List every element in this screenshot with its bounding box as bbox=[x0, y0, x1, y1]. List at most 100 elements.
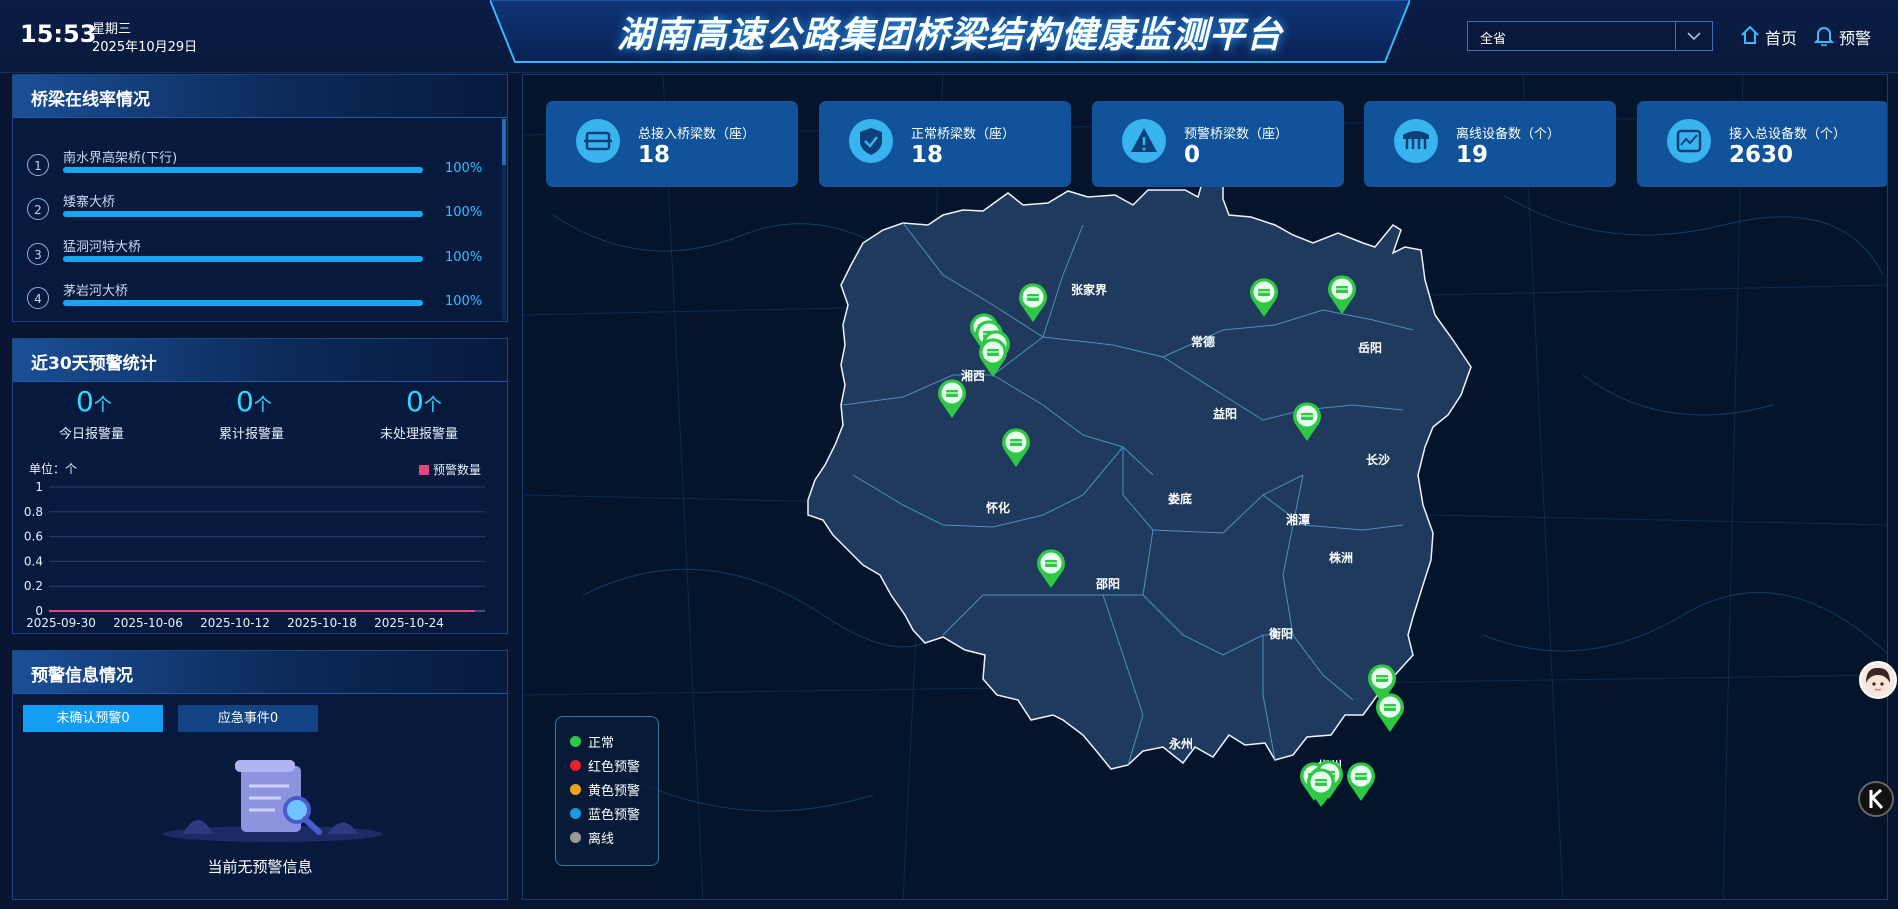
online-rate-value: 100% bbox=[445, 161, 483, 176]
map-legend: 正常红色预警黄色预警蓝色预警离线 bbox=[555, 716, 659, 866]
legend-swatch bbox=[419, 465, 429, 475]
online-rate-value: 100% bbox=[445, 294, 483, 309]
bridge-markers bbox=[938, 275, 1404, 807]
bridge-online-panel: 桥梁在线率情况 1 南水界高架桥(下行) 100% 2 矮寨大桥 100% 3 猛洞河特大桥 1… bbox=[12, 74, 508, 322]
list-item[interactable]: 4 茅岩河大桥 100% bbox=[27, 280, 487, 320]
legend-dot bbox=[570, 760, 581, 771]
stat-today-label: 今日报警量 bbox=[59, 427, 125, 442]
legend-label: 红色预警 bbox=[588, 760, 641, 775]
chevron-down-icon[interactable] bbox=[1675, 22, 1712, 50]
stat-total-value: 0个 bbox=[236, 385, 272, 418]
panel-title: 预警信息情况 bbox=[31, 666, 133, 686]
legend-label: 正常 bbox=[588, 736, 615, 751]
online-rate-value: 100% bbox=[445, 205, 483, 220]
stat-total-label: 累计报警量 bbox=[219, 427, 285, 442]
panel-header: 近30天预警统计 bbox=[13, 339, 507, 382]
empty-document-icon bbox=[163, 760, 383, 842]
list-item[interactable]: 3 猛洞河特大桥 100% bbox=[27, 236, 487, 276]
bridge-name: 猛洞河特大桥 bbox=[63, 240, 142, 255]
bridge-marker-icon[interactable] bbox=[1307, 768, 1335, 807]
scrollbar[interactable] bbox=[502, 119, 506, 319]
empty-state-text: 当前无预警信息 bbox=[207, 858, 313, 876]
online-rate-bar-fill bbox=[63, 300, 423, 306]
legend-dot bbox=[570, 832, 581, 843]
bridge-index: 2 bbox=[27, 198, 49, 220]
bridge-marker-icon[interactable] bbox=[1376, 693, 1404, 732]
clock-time: 15:53 bbox=[20, 20, 97, 48]
x-tick-label: 2025-10-06 bbox=[113, 616, 183, 630]
legend-label: 黄色预警 bbox=[588, 784, 641, 799]
bridge-index: 1 bbox=[27, 154, 49, 176]
legend-dot bbox=[570, 736, 581, 747]
online-rate-bar bbox=[63, 300, 423, 306]
y-tick-label: 1 bbox=[35, 480, 43, 494]
bridge-index: 4 bbox=[27, 287, 49, 309]
panel-title: 桥梁在线率情况 bbox=[31, 90, 150, 110]
bridge-online-list: 1 南水界高架桥(下行) 100% 2 矮寨大桥 100% 3 猛洞河特大桥 100% 4 茅岩河大… bbox=[13, 139, 503, 319]
k-logo-icon bbox=[1869, 788, 1884, 810]
bridge-name: 矮寨大桥 bbox=[63, 195, 116, 210]
x-tick-label: 2025-10-24 bbox=[374, 616, 444, 630]
online-rate-value: 100% bbox=[445, 250, 483, 265]
bridge-marker-icon[interactable] bbox=[1293, 402, 1321, 441]
y-tick-label: 0.8 bbox=[24, 505, 43, 519]
online-rate-bar bbox=[63, 211, 423, 217]
bridge-marker-icon[interactable] bbox=[1037, 549, 1065, 588]
assistant-face-icon bbox=[1866, 667, 1890, 693]
y-tick-label: 0.6 bbox=[24, 530, 43, 544]
nav-alarm-label: 预警 bbox=[1839, 29, 1872, 48]
y-tick-label: 0.2 bbox=[24, 579, 43, 593]
legend-dot bbox=[570, 784, 581, 795]
tab-emergency-events[interactable]: 应急事件0 bbox=[178, 705, 318, 732]
list-item[interactable]: 1 南水界高架桥(下行) 100% bbox=[27, 147, 487, 187]
panel-title: 近30天预警统计 bbox=[31, 354, 157, 374]
bridge-marker-icon[interactable] bbox=[1250, 278, 1278, 317]
tab-unconfirmed-warnings[interactable]: 未确认预警0 bbox=[23, 705, 163, 732]
home-icon bbox=[1741, 25, 1759, 44]
weekday-label: 星期三 bbox=[92, 22, 132, 37]
nav-home-label: 首页 bbox=[1765, 29, 1798, 48]
date-label: 2025年10月29日 bbox=[92, 40, 198, 55]
online-rate-bar-fill bbox=[63, 211, 423, 217]
bridge-name: 茅岩河大桥 bbox=[63, 284, 129, 299]
bridge-marker-icon[interactable] bbox=[1002, 428, 1030, 467]
assistant-avatar[interactable] bbox=[1859, 661, 1897, 699]
page-title: 湖南高速公路集团桥梁结构健康监测平台 bbox=[616, 15, 1283, 56]
k-logo-button[interactable] bbox=[1858, 781, 1894, 817]
x-tick-label: 2025-10-18 bbox=[287, 616, 357, 630]
bridge-marker-icon[interactable] bbox=[1347, 762, 1375, 801]
region-select-value: 全省 bbox=[1480, 32, 1507, 47]
chart-unit-label: 单位：个 bbox=[29, 461, 77, 476]
online-rate-bar bbox=[63, 256, 423, 262]
bridge-index: 3 bbox=[27, 243, 49, 265]
x-tick-label: 2025-10-12 bbox=[200, 616, 270, 630]
stat-unhandled-label: 未处理报警量 bbox=[380, 427, 459, 442]
bridge-marker-icon[interactable] bbox=[938, 379, 966, 418]
stat-today-value: 0个 bbox=[76, 385, 112, 418]
bell-icon bbox=[1813, 27, 1835, 46]
online-rate-bar-fill bbox=[63, 256, 423, 262]
online-rate-bar-fill bbox=[63, 167, 423, 173]
panel-header: 预警信息情况 bbox=[13, 651, 507, 694]
warning-line-chart: 单位：个 预警数量10.80.60.40.202025-09-30 2025-10-… bbox=[24, 461, 485, 630]
panel-header: 桥梁在线率情况 bbox=[13, 75, 507, 118]
scrollbar-thumb[interactable] bbox=[502, 119, 506, 165]
stat-unhandled-value: 0个 bbox=[406, 385, 442, 418]
bridge-marker-icon[interactable] bbox=[979, 338, 1007, 377]
x-tick-label: 2025-09-30 bbox=[26, 616, 96, 630]
bridge-name: 南水界高架桥(下行) bbox=[63, 151, 178, 166]
warning-30day-panel: 近30天预警统计 0个 今日报警量 0个 累计报警量 0个 未处理报警量 单位：… bbox=[12, 338, 508, 634]
bridge-marker-icon[interactable] bbox=[1328, 275, 1356, 314]
online-rate-bar bbox=[63, 167, 423, 173]
bridge-marker-icon[interactable] bbox=[1019, 283, 1047, 322]
warning-info-panel: 预警信息情况 未确认预警0 应急事件0 当前无预警信息 bbox=[12, 650, 508, 900]
map-container[interactable]: 总接入桥梁数（座） 18 正常桥梁数（座） 18 预警桥梁数（座） 0 离线设备数（个） 19… bbox=[522, 74, 1888, 900]
list-item[interactable]: 2 矮寨大桥 100% bbox=[27, 191, 487, 231]
region-select[interactable]: 全省 bbox=[1467, 21, 1713, 51]
legend-label: 预警数量 bbox=[433, 462, 481, 477]
y-tick-label: 0.4 bbox=[24, 554, 43, 568]
header-bar: 湖南高速公路集团桥梁结构健康监测平台 15:53 星期三 2025年10月29日… bbox=[0, 0, 1898, 73]
legend-label: 蓝色预警 bbox=[588, 808, 641, 823]
legend-dot bbox=[570, 808, 581, 819]
legend-label: 离线 bbox=[588, 832, 615, 847]
